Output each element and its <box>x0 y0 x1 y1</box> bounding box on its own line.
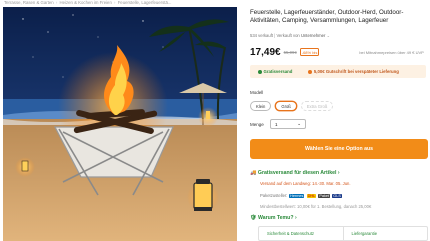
delivery-estimate: Versand auf dem Landweg: 14.-30. Mar. 05… <box>260 181 351 186</box>
why-item-security[interactable]: Sicherheit & Datenschutz <box>259 227 343 240</box>
late-delivery-credit: 5,00€ Gutschrift bei verspäteter Lieferu… <box>300 69 399 74</box>
product-info-panel: Feuerstelle, Lagerfeuerständer, Outdoor-… <box>250 0 430 241</box>
variant-option-gross[interactable]: Groß <box>275 101 297 112</box>
sold-count: 534 verkauft <box>250 33 274 38</box>
carrier-gls: GLS <box>332 194 342 198</box>
breadcrumb-item[interactable]: Heizen & Kochen im Freien <box>60 0 112 5</box>
breadcrumb-item[interactable]: Feuerstelle, Lagerfeuerstä... <box>118 0 172 5</box>
promo-banner[interactable]: Gratisversand 5,00€ Gutschrift bei versp… <box>250 65 426 78</box>
chevron-down-icon[interactable]: ⌄ <box>327 33 331 38</box>
old-price: 55,09€ <box>283 49 297 55</box>
product-image[interactable] <box>3 7 237 241</box>
quantity-value: 1 <box>275 121 278 127</box>
why-item-delivery[interactable]: Liefergarantie <box>342 227 428 240</box>
check-icon <box>308 69 313 74</box>
price-note: bei Mitnahmepreisen über 49 € UVP <box>359 49 424 55</box>
price-row: 17,49€ 55,09€ -68% bis bei Mitnahmepreis… <box>250 46 424 58</box>
min-order-note: Mindestbestellwert: 10,00€ für 1. Bestel… <box>260 204 372 209</box>
free-shipping-promo: Gratisversand <box>258 69 292 74</box>
check-icon <box>258 69 262 74</box>
breadcrumb-separator: › <box>55 0 58 5</box>
quantity-label: Menge <box>250 122 264 127</box>
carrier-dhl: DHL <box>306 194 317 198</box>
variant-option-extra-gross[interactable]: Extra Groß <box>300 101 334 112</box>
seller-link[interactable]: Unternehmer <box>301 33 325 38</box>
sold-by-label: Verkauft von <box>276 33 300 38</box>
why-temu-title[interactable]: 🛡 Warum Temu? › <box>250 215 297 221</box>
shield-icon: 🛡 <box>250 215 257 221</box>
variant-options: Klein Groß Extra Groß <box>250 101 334 112</box>
chevron-right-icon: › <box>337 170 340 176</box>
product-title: Feuerstelle, Lagerfeuerständer, Outdoor-… <box>250 9 404 25</box>
carrier-hermes: Hermes <box>289 194 305 198</box>
current-price: 17,49€ <box>250 46 281 58</box>
why-temu-box: Sicherheit & Datenschutz Liefergarantie <box>258 226 428 241</box>
truck-icon: 🚚 <box>250 170 257 176</box>
product-meta: 534 verkauft | Verkauft von Unternehmer … <box>250 33 330 38</box>
breadcrumb-separator: › <box>114 0 116 5</box>
discount-badge: -68% bis <box>299 48 320 56</box>
breadcrumb-item[interactable]: Terrasse, Rasen & Garten <box>4 0 54 5</box>
chevron-right-icon: › <box>294 215 297 221</box>
shipping-title[interactable]: 🚚 Gratisversand für diesen Artikel › <box>250 170 340 176</box>
breadcrumb: Terrasse, Rasen & Garten › Heizen & Koch… <box>4 0 240 7</box>
quantity-select[interactable]: 1 ⌄ <box>270 119 306 129</box>
variant-option-klein[interactable]: Klein <box>250 101 272 112</box>
select-option-button[interactable]: Wählen Sie eine Option aus <box>250 139 428 159</box>
carrier-paket: Paket <box>318 194 331 198</box>
variant-label: Modell <box>250 90 264 95</box>
chevron-down-icon: ⌄ <box>297 121 301 126</box>
carrier-line: Paketzusteller: Hermes DHL Paket GLS <box>260 193 342 198</box>
